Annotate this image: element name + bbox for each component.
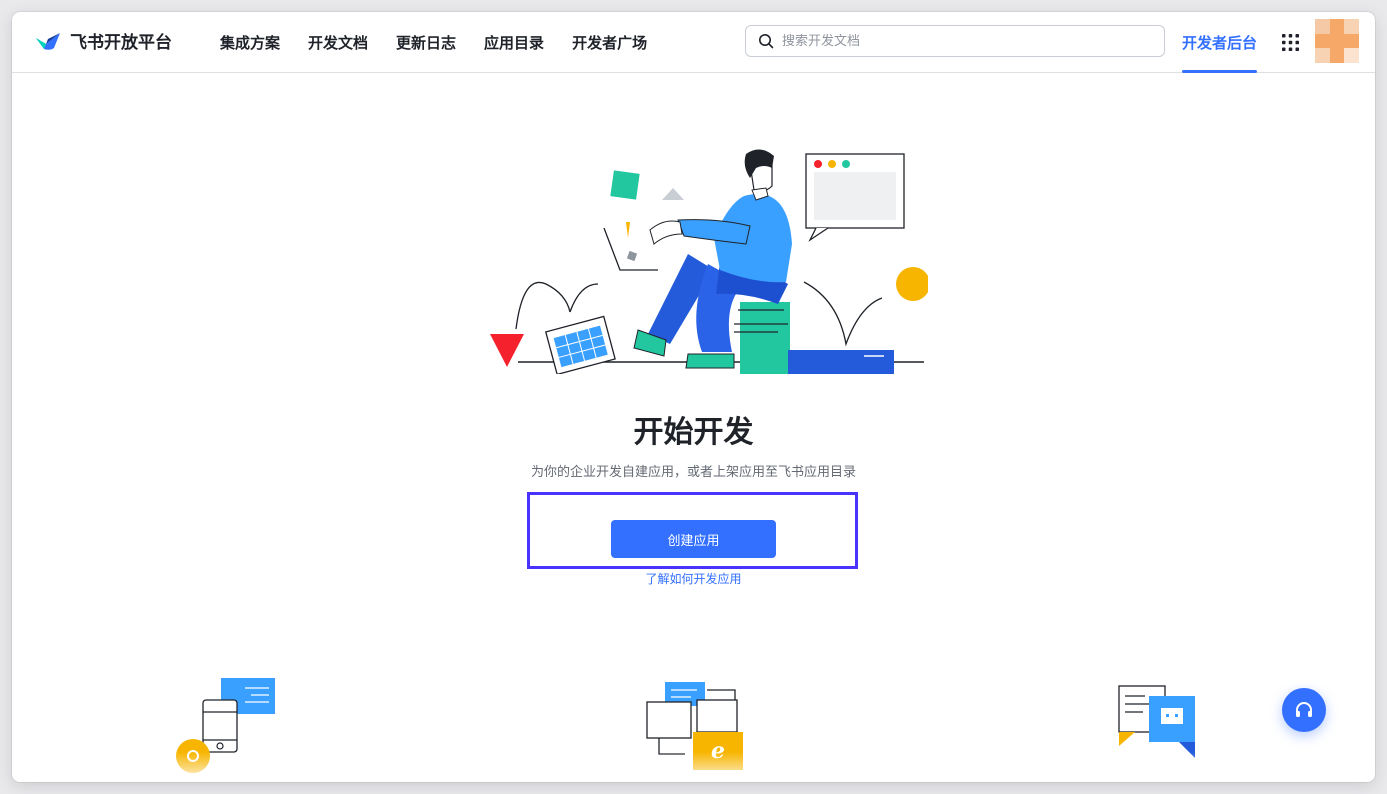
logo-icon (36, 32, 60, 50)
main-nav: 集成方案 开发文档 更新日志 应用目录 开发者广场 (220, 12, 675, 73)
search-icon (759, 34, 774, 49)
nav-developer-community[interactable]: 开发者广场 (572, 32, 647, 53)
logo-text: 飞书开放平台 (70, 33, 172, 53)
tab-developer-console-label: 开发者后台 (1182, 34, 1258, 52)
search-box[interactable] (745, 25, 1165, 57)
app-window: 飞书开放平台 集成方案 开发文档 更新日志 应用目录 开发者广场 开发者后台 (12, 12, 1375, 782)
logo[interactable]: 飞书开放平台 (34, 28, 172, 53)
nav-integration-solutions[interactable]: 集成方案 (220, 32, 280, 53)
learn-link-text[interactable]: 了解如何开发应用 (645, 572, 741, 586)
learn-how-to-develop-link: 了解如何开发应用 (12, 570, 1375, 587)
top-nav-bar: 飞书开放平台 集成方案 开发文档 更新日志 应用目录 开发者广场 开发者后台 (12, 12, 1375, 73)
tab-developer-console[interactable]: 开发者后台 (1182, 12, 1258, 73)
active-tab-indicator (1182, 70, 1258, 73)
avatar[interactable] (1315, 19, 1359, 63)
page-title: 开始开发 (633, 415, 754, 450)
nav-dev-docs[interactable]: 开发文档 (308, 32, 368, 53)
support-button[interactable] (1282, 688, 1326, 732)
nav-app-directory[interactable]: 应用目录 (484, 32, 544, 53)
create-app-button[interactable]: 创建应用 (611, 520, 776, 558)
page-subtitle: 为你的企业开发自建应用，或者上架应用至飞书应用目录 (530, 465, 856, 480)
apps-grid-icon[interactable] (1282, 34, 1299, 51)
developer-illustration (490, 149, 928, 374)
bottom-fade (12, 752, 1375, 782)
search-input[interactable] (782, 33, 1142, 49)
support-headset-icon (1296, 702, 1312, 717)
nav-changelog[interactable]: 更新日志 (396, 32, 456, 53)
